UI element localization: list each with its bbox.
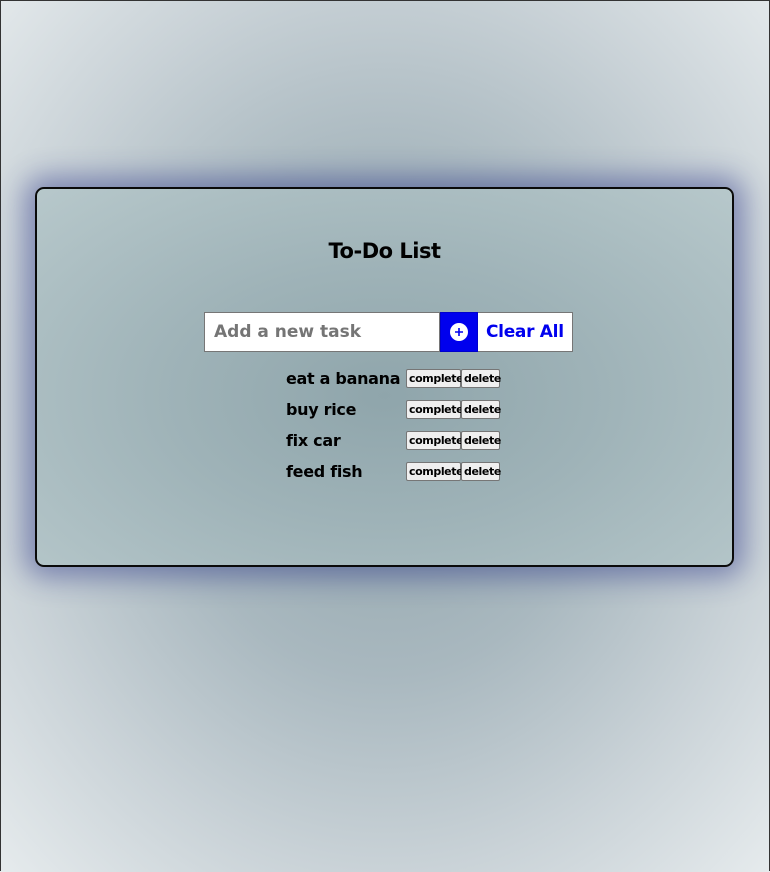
task-list: eat a banana complete delete buy rice co…: [286, 363, 501, 487]
delete-button[interactable]: delete: [461, 431, 501, 450]
task-item: fix car complete delete: [286, 425, 501, 456]
complete-button[interactable]: complete: [406, 400, 464, 419]
task-input[interactable]: [204, 312, 440, 352]
complete-button[interactable]: complete: [406, 462, 464, 481]
complete-button[interactable]: complete: [406, 431, 464, 450]
add-task-row: Clear All: [204, 312, 573, 354]
delete-button[interactable]: delete: [461, 400, 501, 419]
task-text: eat a banana: [286, 369, 401, 388]
clear-all-button[interactable]: Clear All: [478, 312, 573, 352]
todo-card: To-Do List Clear All eat a banana comple…: [35, 187, 734, 567]
task-text: buy rice: [286, 400, 357, 419]
page-title: To-Do List: [328, 239, 441, 263]
delete-button[interactable]: delete: [461, 462, 501, 481]
complete-button[interactable]: complete: [406, 369, 464, 388]
task-item: eat a banana complete delete: [286, 363, 501, 394]
task-item: buy rice complete delete: [286, 394, 501, 425]
task-item: feed fish complete delete: [286, 456, 501, 487]
task-text: feed fish: [286, 462, 363, 481]
plus-circle-icon: [450, 323, 468, 341]
task-text: fix car: [286, 431, 341, 450]
delete-button[interactable]: delete: [461, 369, 501, 388]
add-task-button[interactable]: [440, 312, 478, 352]
